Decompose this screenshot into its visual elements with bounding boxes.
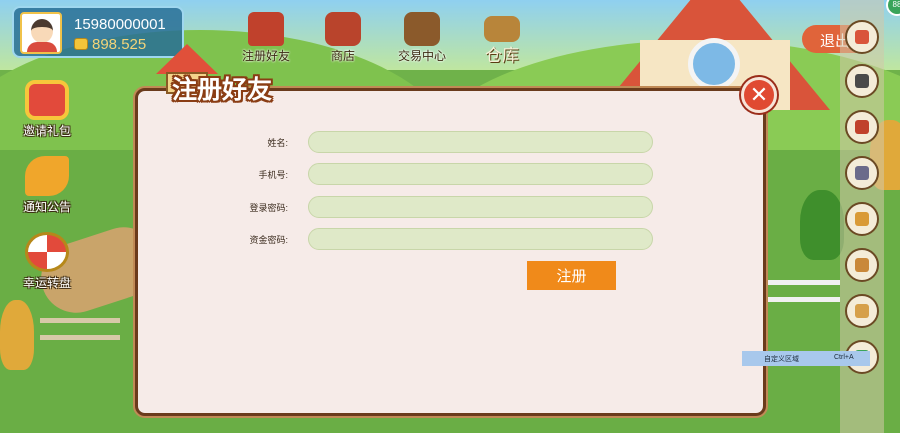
form-row-password: 登录密码: xyxy=(170,196,660,220)
ime-label: 自定义区域 xyxy=(764,356,799,363)
phone-label: 手机号: xyxy=(258,170,288,180)
close-button[interactable]: ✕ xyxy=(741,77,777,113)
phone-input[interactable] xyxy=(308,163,653,185)
fund-password-label: 资金密码: xyxy=(249,235,288,245)
fund-password-input[interactable] xyxy=(308,228,653,250)
name-input[interactable] xyxy=(308,131,653,153)
name-label: 姓名: xyxy=(267,138,288,148)
password-label: 登录密码: xyxy=(249,203,288,213)
password-input[interactable] xyxy=(308,196,653,218)
modal-title: 注册好友 xyxy=(172,76,273,104)
ime-shortcut: Ctrl+A xyxy=(834,354,854,361)
form-row-name: 姓名: xyxy=(170,131,660,155)
form-row-fund-password: 资金密码: xyxy=(170,228,660,252)
register-button[interactable]: 注册 xyxy=(527,261,616,290)
ime-bar[interactable]: 自定义区域 Ctrl+A xyxy=(742,351,870,366)
form-row-phone: 手机号: xyxy=(170,163,660,187)
